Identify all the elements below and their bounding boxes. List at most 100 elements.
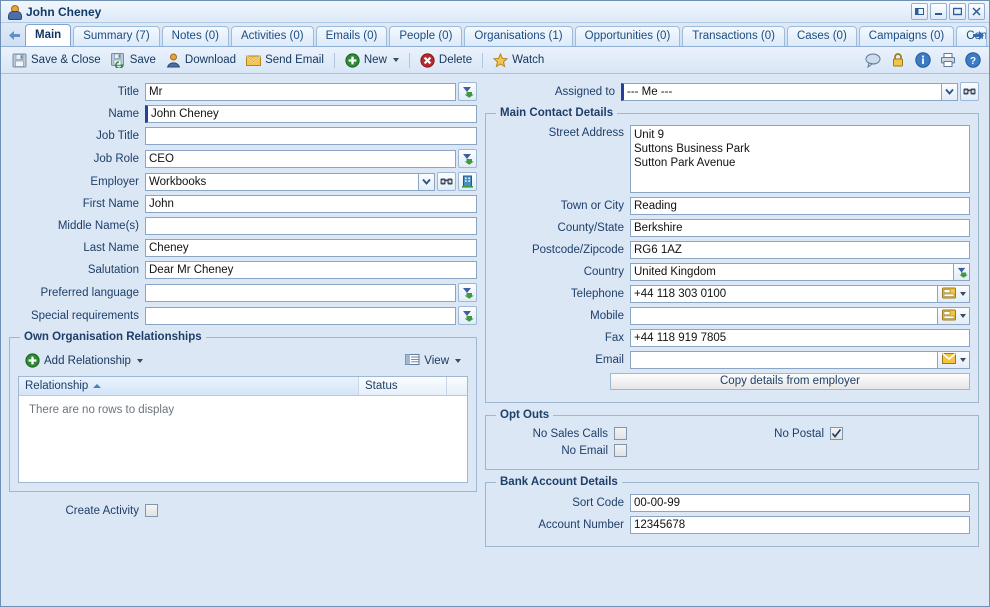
special-requirements-picklist-button[interactable] bbox=[458, 306, 477, 325]
own-organisation-relationships-group: Own Organisation Relationships Add Relat… bbox=[9, 331, 477, 492]
preferred-language-picklist-button[interactable] bbox=[458, 283, 477, 302]
field-row-county: County/State bbox=[494, 219, 970, 237]
dock-button[interactable] bbox=[911, 3, 928, 20]
save-and-close-button[interactable]: Save & Close bbox=[7, 51, 106, 70]
preferred-language-input[interactable] bbox=[145, 283, 456, 302]
field-row-first-name: First Name bbox=[9, 195, 477, 213]
assigned-to-label: Assigned to bbox=[554, 85, 615, 98]
tab-transactions[interactable]: Transactions (0) bbox=[682, 26, 785, 46]
title-input[interactable] bbox=[145, 82, 456, 101]
country-input[interactable] bbox=[630, 263, 954, 281]
column-header-status[interactable]: Status bbox=[359, 377, 447, 395]
sort-code-input[interactable] bbox=[630, 494, 970, 512]
country-picklist-button[interactable] bbox=[954, 263, 970, 281]
delete-button[interactable]: Delete bbox=[415, 51, 477, 70]
no-email-checkbox[interactable] bbox=[614, 444, 627, 457]
title-picklist-button[interactable] bbox=[458, 82, 477, 101]
minimize-button[interactable] bbox=[930, 3, 947, 20]
street-address-textarea[interactable]: Unit 9 Suttons Business Park Sutton Park… bbox=[630, 125, 970, 193]
last-name-input[interactable] bbox=[145, 239, 477, 257]
no-sales-calls-label: No Sales Calls bbox=[532, 427, 608, 440]
print-icon[interactable] bbox=[940, 52, 956, 68]
tab-activities[interactable]: Activities (0) bbox=[230, 26, 314, 46]
main-contact-details-group: Main Contact Details Street Address Unit… bbox=[485, 107, 979, 403]
telephone-label: Telephone bbox=[570, 288, 624, 300]
download-button[interactable]: Download bbox=[161, 51, 241, 70]
salutation-input[interactable] bbox=[145, 261, 477, 279]
no-postal-checkbox[interactable] bbox=[830, 427, 843, 440]
postcode-input[interactable] bbox=[630, 241, 970, 259]
tab-notes[interactable]: Notes (0) bbox=[161, 26, 229, 46]
no-sales-calls-checkbox[interactable] bbox=[614, 427, 627, 440]
save-button[interactable]: Save bbox=[106, 51, 161, 70]
town-input[interactable] bbox=[630, 197, 970, 215]
copy-details-from-employer-button[interactable]: Copy details from employer bbox=[610, 373, 970, 390]
mobile-input[interactable] bbox=[630, 307, 938, 325]
employer-input[interactable] bbox=[145, 172, 419, 191]
first-name-input[interactable] bbox=[145, 195, 477, 213]
job-title-input[interactable] bbox=[145, 127, 477, 145]
help-icon[interactable]: ? bbox=[965, 52, 981, 68]
window-title: John Cheney bbox=[26, 4, 102, 19]
create-activity-checkbox[interactable] bbox=[145, 504, 158, 517]
field-row-employer: Employer bbox=[9, 172, 477, 191]
job-role-picklist-button[interactable] bbox=[458, 149, 477, 168]
lock-icon[interactable] bbox=[890, 52, 906, 68]
tab-organisations[interactable]: Organisations (1) bbox=[464, 26, 573, 46]
watch-button[interactable]: Watch bbox=[488, 51, 549, 70]
telephone-input[interactable] bbox=[630, 285, 938, 303]
employer-search-button[interactable] bbox=[437, 172, 456, 191]
assigned-to-search-button[interactable] bbox=[960, 82, 979, 101]
email-actions-button[interactable] bbox=[938, 351, 970, 369]
account-number-input[interactable] bbox=[630, 516, 970, 534]
tab-scroll-right-button[interactable] bbox=[969, 26, 987, 45]
special-requirements-input[interactable] bbox=[145, 306, 456, 325]
column-header-relationship[interactable]: Relationship bbox=[19, 377, 359, 395]
telephone-actions-button[interactable] bbox=[938, 285, 970, 303]
person-icon bbox=[7, 4, 22, 20]
add-relationship-button[interactable]: Add Relationship bbox=[20, 351, 148, 370]
plus-circle-icon bbox=[25, 353, 40, 368]
record-form: Title Name Job Title Job Role bbox=[1, 74, 989, 606]
field-row-name: Name bbox=[9, 105, 477, 123]
maximize-button[interactable] bbox=[949, 3, 966, 20]
info-icon[interactable] bbox=[915, 52, 931, 68]
send-email-button[interactable]: Send Email bbox=[241, 51, 329, 70]
tab-cases[interactable]: Cases (0) bbox=[786, 26, 857, 46]
column-header-blank[interactable] bbox=[447, 377, 467, 395]
tab-campaigns[interactable]: Campaigns (0) bbox=[858, 26, 955, 46]
fax-input[interactable] bbox=[630, 329, 970, 347]
street-address-label: Street Address bbox=[548, 127, 624, 139]
tab-scroll-left-button[interactable] bbox=[5, 26, 23, 45]
watch-label: Watch bbox=[512, 54, 545, 66]
mobile-label: Mobile bbox=[590, 310, 624, 322]
assigned-to-dropdown-button[interactable] bbox=[942, 82, 958, 101]
chevron-down-icon bbox=[455, 358, 461, 363]
tab-main[interactable]: Main bbox=[25, 24, 72, 46]
field-row-preferred-language: Preferred language bbox=[9, 283, 477, 302]
tab-summary[interactable]: Summary (7) bbox=[73, 26, 160, 46]
close-button[interactable] bbox=[968, 3, 985, 20]
relationships-view-button[interactable]: View bbox=[400, 351, 466, 370]
tab-emails[interactable]: Emails (0) bbox=[315, 26, 388, 46]
name-input[interactable] bbox=[145, 105, 477, 123]
middle-names-input[interactable] bbox=[145, 217, 477, 235]
email-input[interactable] bbox=[630, 351, 938, 369]
email-label: Email bbox=[595, 354, 624, 366]
employer-dropdown-button[interactable] bbox=[419, 172, 435, 191]
tab-label: Campaigns (0) bbox=[868, 30, 945, 42]
assigned-to-input[interactable] bbox=[621, 82, 942, 101]
mobile-actions-button[interactable] bbox=[938, 307, 970, 325]
bank-legend: Bank Account Details bbox=[500, 476, 618, 488]
job-role-input[interactable] bbox=[145, 149, 456, 168]
tab-people[interactable]: People (0) bbox=[389, 26, 463, 46]
county-input[interactable] bbox=[630, 219, 970, 237]
comment-icon[interactable] bbox=[865, 52, 881, 69]
relationships-empty-message: There are no rows to display bbox=[29, 404, 175, 416]
relationships-view-label: View bbox=[424, 354, 449, 367]
tab-opportunities[interactable]: Opportunities (0) bbox=[574, 26, 681, 46]
field-row-title: Title bbox=[9, 82, 477, 101]
field-row-no-email: No Email bbox=[494, 444, 744, 457]
employer-organisation-button[interactable] bbox=[458, 172, 477, 191]
new-button[interactable]: New bbox=[340, 51, 404, 70]
